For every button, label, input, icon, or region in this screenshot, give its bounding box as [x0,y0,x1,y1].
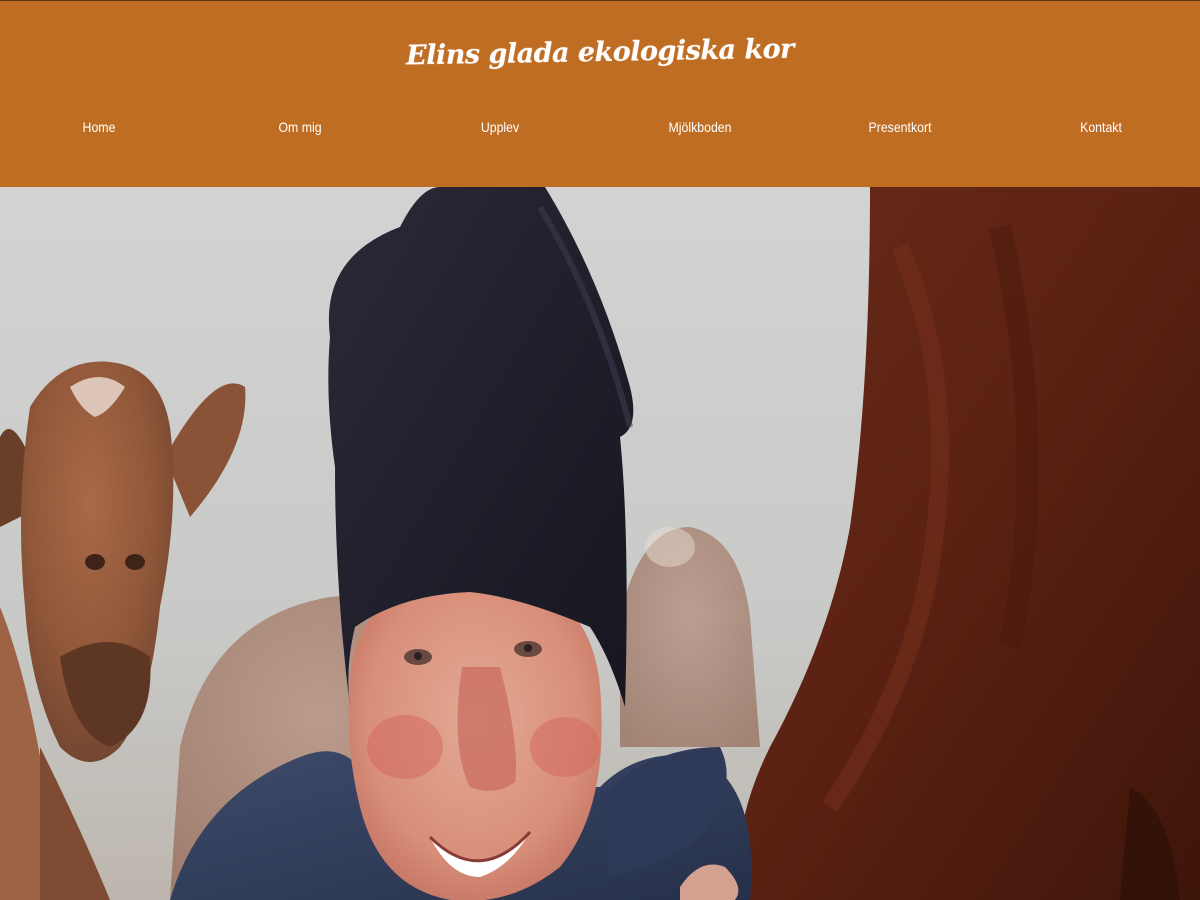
nav-item-home[interactable]: Home [83,119,116,135]
hero-image [0,187,1200,900]
nav-item-kontakt[interactable]: Kontakt [1080,119,1122,135]
nav-item-presentkort[interactable]: Presentkort [868,119,931,135]
nav-item-om-mig[interactable]: Om mig [278,119,321,135]
nav-item-mjolkboden[interactable]: Mjölkboden [668,119,731,135]
site-title[interactable]: Elins glada ekologiska kor [0,27,1200,79]
main-navigation: Home Om mig Upplev Mjölkboden Presentkor… [0,119,1200,141]
hero-photo [0,187,1200,900]
site-header: Elins glada ekologiska kor Home Om mig U… [0,0,1200,187]
nav-item-upplev[interactable]: Upplev [481,119,519,135]
